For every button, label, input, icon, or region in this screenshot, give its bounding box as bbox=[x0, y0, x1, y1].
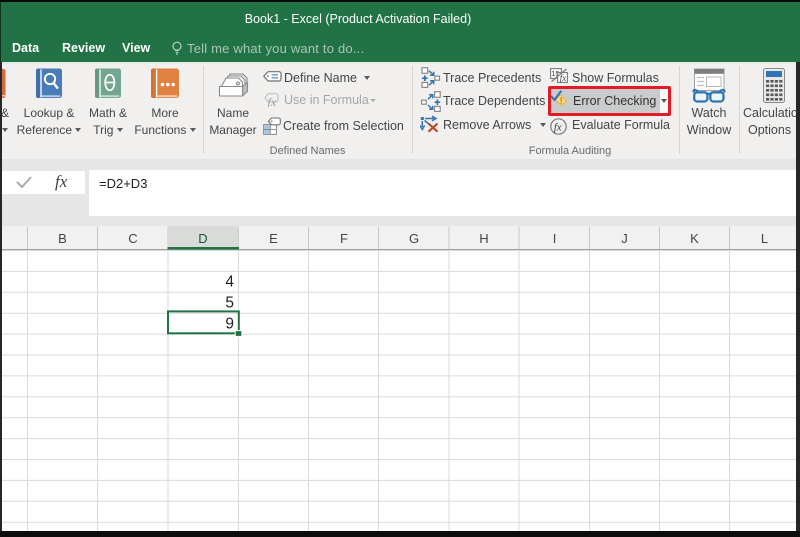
svg-text:G: G bbox=[409, 231, 419, 246]
svg-text:F: F bbox=[340, 231, 348, 246]
svg-text:5: 5 bbox=[225, 294, 234, 311]
svg-text:L: L bbox=[761, 231, 768, 246]
svg-text:I: I bbox=[553, 231, 557, 246]
svg-text:J: J bbox=[621, 231, 628, 246]
svg-text:fx: fx bbox=[268, 95, 277, 107]
svg-text:fx: fx bbox=[560, 73, 567, 83]
svg-text:B: B bbox=[58, 231, 67, 246]
svg-text:E: E bbox=[269, 231, 278, 246]
svg-text:K: K bbox=[690, 231, 699, 246]
svg-text:fx: fx bbox=[554, 122, 562, 134]
svg-text:4: 4 bbox=[225, 274, 234, 291]
svg-text:C: C bbox=[128, 231, 137, 246]
svg-text:D: D bbox=[198, 231, 207, 246]
svg-text:9: 9 bbox=[225, 315, 234, 332]
svg-text:H: H bbox=[479, 231, 488, 246]
